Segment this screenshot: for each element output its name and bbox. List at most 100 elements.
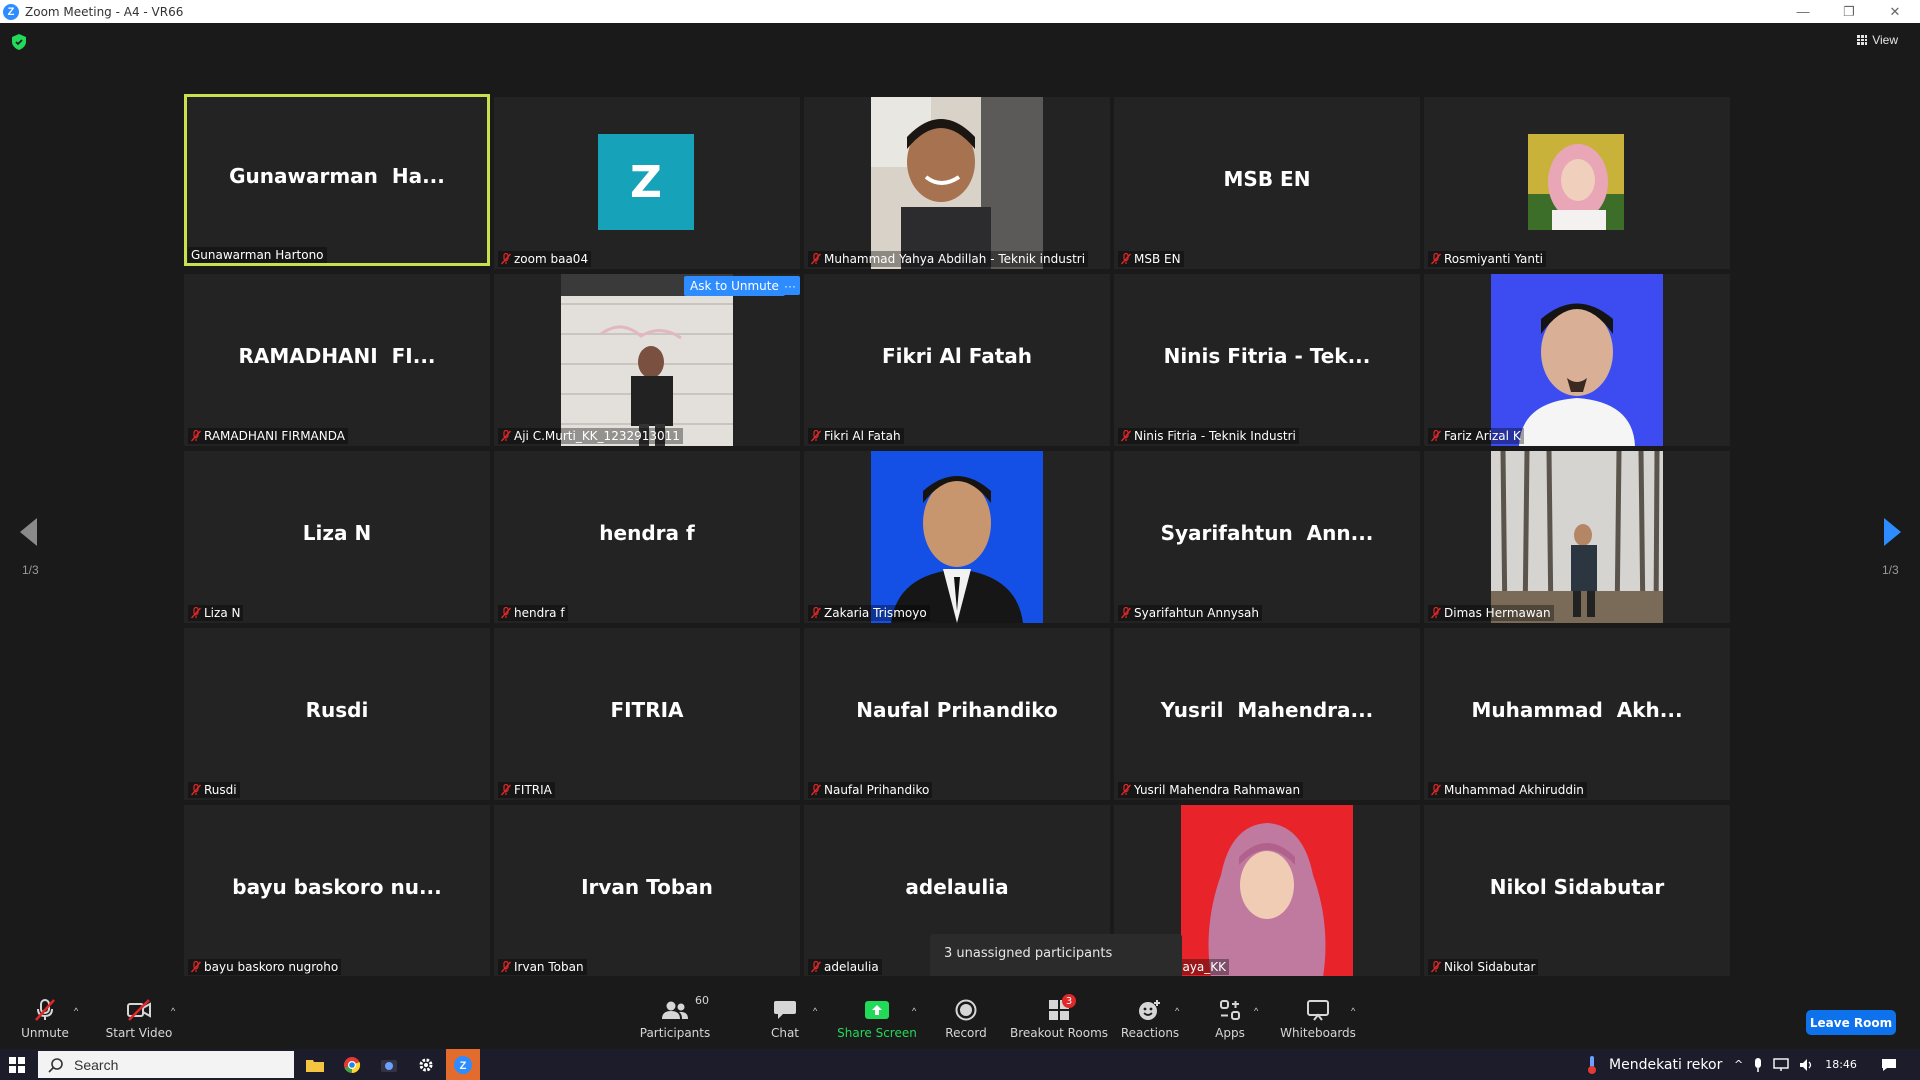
video-tile[interactable]: Syarifahtun Ann... Syarifahtun Annysah (1114, 451, 1420, 623)
minimize-button[interactable]: — (1780, 0, 1826, 23)
thermometer-icon (1588, 1055, 1596, 1074)
video-tile[interactable]: Rosmiyanti Yanti (1424, 97, 1730, 269)
record-button[interactable]: Record (945, 976, 987, 1049)
participant-display-name: Liza N (302, 521, 372, 545)
previous-page-arrow-icon[interactable] (20, 518, 38, 546)
participants-icon: 60 (661, 994, 709, 1022)
video-tile[interactable]: Liza N Liza N (184, 451, 490, 623)
participant-display-name: hendra f (599, 521, 695, 545)
zoom-taskbar-icon[interactable]: Z (446, 1049, 480, 1080)
video-tile[interactable]: Zakaria Trismoyo (804, 451, 1110, 623)
video-tile[interactable]: bayu baskoro nu... bayu baskoro nugroho (184, 805, 490, 977)
whiteboard-icon (1307, 998, 1329, 1022)
participant-name-label: Gunawarman Hartono (188, 247, 327, 263)
mic-muted-icon (500, 429, 512, 442)
weather-widget[interactable]: Mendekati rekor (1585, 1049, 1722, 1080)
mic-muted-icon (1430, 429, 1442, 442)
leave-room-button[interactable]: Leave Room (1806, 1010, 1896, 1035)
taskbar-search-input[interactable]: Search (38, 1051, 294, 1078)
participants-button[interactable]: 60 Participants (640, 976, 711, 1049)
system-tray: ^ 18:46 (1734, 1049, 1897, 1080)
microphone-icon[interactable] (1753, 1057, 1763, 1073)
video-tile[interactable]: MSB EN MSB EN (1114, 97, 1420, 269)
video-tile[interactable]: Ninis Fitria - Tek... Ninis Fitria - Tek… (1114, 274, 1420, 446)
video-tile[interactable]: Yusril Mahendra... Yusril Mahendra Rahma… (1114, 628, 1420, 800)
video-tile[interactable]: RAMADHANI FI... RAMADHANI FIRMANDA (184, 274, 490, 446)
participant-name-label: Yusril Mahendra Rahmawan (1118, 782, 1304, 798)
video-tile[interactable]: Irvan Toban Irvan Toban (494, 805, 800, 977)
video-tile[interactable]: Muhammad Akh... Muhammad Akhiruddin (1424, 628, 1730, 800)
video-tile[interactable]: Naufal Prihandiko Naufal Prihandiko (804, 628, 1110, 800)
mic-muted-icon (500, 252, 512, 265)
mic-muted-icon (1430, 783, 1442, 796)
mic-muted-icon (190, 783, 202, 796)
window-title-bar: Z Zoom Meeting - A4 - VR66 — ❐ ✕ (0, 0, 1920, 23)
more-options-button[interactable]: ··· (780, 276, 800, 295)
mic-muted-icon (1120, 252, 1132, 265)
video-tile[interactable]: Ask to Unmute ··· Aji C.Murti_KK_1232913… (494, 274, 800, 446)
video-tile[interactable]: Z zoom baa04 (494, 97, 800, 269)
audio-options-caret[interactable]: ^ (74, 1006, 78, 1016)
settings-gear-icon[interactable] (409, 1049, 443, 1080)
video-options-caret[interactable]: ^ (171, 1006, 175, 1016)
clock[interactable]: 18:46 (1825, 1058, 1857, 1071)
video-tile[interactable]: hendra f hendra f (494, 451, 800, 623)
reactions-options-caret[interactable]: ^ (1175, 1006, 1179, 1016)
share-screen-button[interactable]: Share Screen (837, 976, 917, 1049)
next-page-arrow-icon[interactable] (1883, 518, 1901, 546)
mic-muted-icon (1120, 783, 1132, 796)
reactions-button[interactable]: Reactions (1120, 976, 1180, 1049)
notification-icon[interactable] (1881, 1058, 1897, 1072)
view-button[interactable]: View (1857, 33, 1898, 47)
video-tile[interactable]: Fikri Al Fatah Fikri Al Fatah (804, 274, 1110, 446)
mic-muted-icon (190, 960, 202, 973)
mic-muted-icon (1120, 429, 1132, 442)
share-options-caret[interactable]: ^ (912, 1006, 916, 1016)
participant-name-label: Zakaria Trismoyo (808, 605, 930, 621)
video-tile[interactable]: FITRIA FITRIA (494, 628, 800, 800)
video-tile[interactable]: Rusdi Rusdi (184, 628, 490, 800)
breakout-rooms-button[interactable]: 3 Breakout Rooms (1010, 976, 1108, 1049)
participant-name-label: Syarifahtun Annysah (1118, 605, 1262, 621)
restore-button[interactable]: ❐ (1826, 0, 1872, 23)
breakout-rooms-icon: 3 (1048, 994, 1076, 1022)
file-explorer-icon[interactable] (298, 1049, 332, 1080)
participant-display-name: Fikri Al Fatah (881, 344, 1033, 368)
microphone-muted-icon (33, 998, 57, 1022)
participant-display-name: FITRIA (610, 698, 684, 722)
volume-icon[interactable] (1799, 1058, 1815, 1072)
participant-display-name: Syarifahtun Ann... (1160, 521, 1374, 545)
camera-app-icon[interactable] (372, 1049, 406, 1080)
apps-icon (1219, 998, 1241, 1022)
video-tile[interactable]: Gunawarman Ha... Gunawarman Hartono (184, 94, 490, 266)
windows-start-icon[interactable] (9, 1057, 25, 1073)
participant-display-name: Muhammad Akh... (1471, 698, 1683, 722)
whiteboards-button[interactable]: Whiteboards (1280, 976, 1356, 1049)
participant-display-name: MSB EN (1223, 167, 1311, 191)
unmute-button[interactable]: Unmute (14, 976, 76, 1049)
video-tile[interactable]: Nikol Sidabutar Nikol Sidabutar (1424, 805, 1730, 977)
participant-name-label: Fikri Al Fatah (808, 428, 904, 444)
ask-to-unmute-button[interactable]: Ask to Unmute (684, 276, 785, 296)
meeting-area: View Gunawarman Ha... Gunawarman Hartono… (0, 23, 1920, 985)
mic-muted-icon (500, 960, 512, 973)
svg-text:Z: Z (460, 1060, 467, 1072)
video-tile[interactable]: Muhammad Yahya Abdillah - Teknik industr… (804, 97, 1110, 269)
apps-options-caret[interactable]: ^ (1254, 1006, 1258, 1016)
shield-icon[interactable] (12, 34, 26, 50)
close-button[interactable]: ✕ (1872, 0, 1918, 23)
chat-icon (773, 998, 797, 1022)
network-icon[interactable] (1773, 1057, 1789, 1072)
mic-muted-icon (1430, 252, 1442, 265)
chat-options-caret[interactable]: ^ (813, 1006, 817, 1016)
apps-button[interactable]: Apps (1210, 976, 1250, 1049)
video-tile[interactable]: Dimas Hermawan (1424, 451, 1730, 623)
chrome-icon[interactable] (335, 1049, 369, 1080)
chat-button[interactable]: Chat (765, 976, 805, 1049)
start-video-button[interactable]: Start Video (106, 976, 172, 1049)
whiteboards-options-caret[interactable]: ^ (1351, 1006, 1355, 1016)
chevron-up-icon[interactable]: ^ (1734, 1058, 1743, 1071)
record-icon (955, 998, 977, 1022)
participant-video (1491, 451, 1663, 623)
video-tile[interactable]: Fariz Arizal K (1424, 274, 1730, 446)
